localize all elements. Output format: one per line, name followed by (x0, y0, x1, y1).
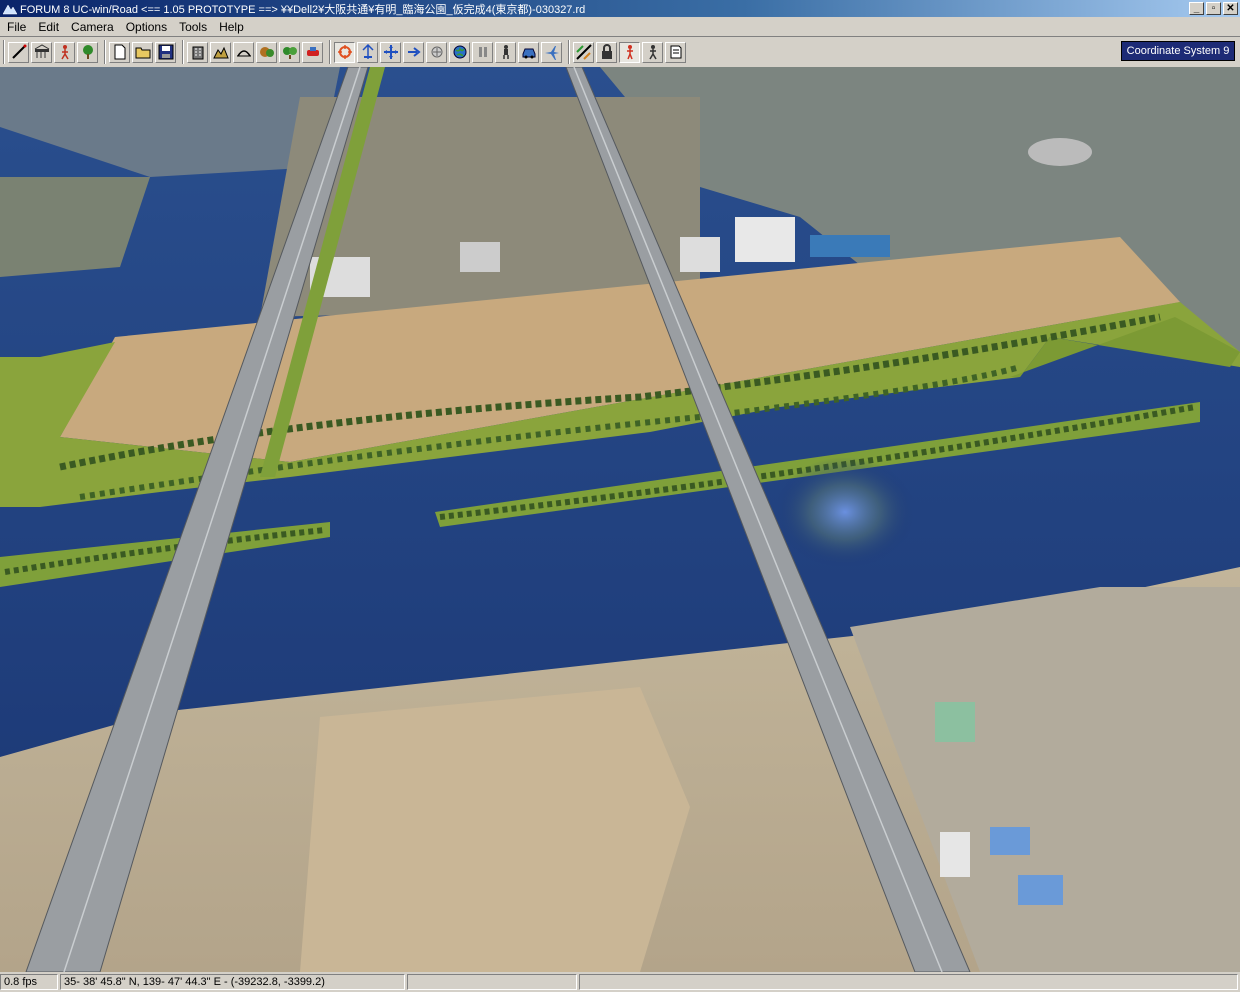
building (680, 237, 720, 272)
menu-file[interactable]: File (0, 20, 31, 34)
vehicle-model-icon (306, 47, 319, 56)
title-bar[interactable]: FORUM 8 UC-win/Road <== 1.05 PROTOTYPE =… (0, 0, 1240, 17)
building (1028, 138, 1092, 166)
toolbar-group-edit (4, 40, 101, 64)
globe-icon (453, 45, 466, 59)
document-icon (670, 45, 681, 59)
walk-button[interactable] (642, 41, 663, 63)
tunnel-icon (236, 50, 251, 57)
tree-button[interactable] (77, 41, 98, 63)
ruler-button[interactable] (573, 41, 594, 63)
restore-button[interactable]: ▫ (1206, 2, 1221, 15)
building-button[interactable] (187, 41, 208, 63)
menu-tools[interactable]: Tools (172, 20, 212, 34)
driver-button[interactable] (495, 41, 516, 63)
new-file-button[interactable] (109, 41, 130, 63)
terrain-button[interactable] (210, 41, 231, 63)
rotate-icon (337, 45, 352, 59)
pan-icon (361, 44, 374, 59)
bridge-icon (34, 44, 49, 58)
building (810, 235, 890, 257)
menu-bar: File Edit Camera Options Tools Help (0, 17, 1240, 37)
car-icon (522, 48, 535, 59)
bridge-button[interactable] (31, 41, 52, 63)
vegetation-button[interactable] (279, 41, 300, 63)
app-logo-icon (3, 4, 17, 14)
close-button[interactable]: ✕ (1223, 2, 1238, 15)
move-icon (383, 45, 398, 59)
tunnel-button[interactable] (233, 41, 254, 63)
open-folder-icon (135, 47, 150, 59)
building (940, 832, 970, 877)
save-icon (158, 44, 173, 60)
person-icon (60, 45, 69, 60)
terrain-icon (212, 46, 229, 59)
arrow-right-icon (407, 47, 421, 57)
menu-help[interactable]: Help (212, 20, 249, 34)
vegetation-icon (282, 47, 297, 59)
menu-options[interactable]: Options (119, 20, 172, 34)
airplane-button[interactable] (541, 41, 562, 63)
pan-button[interactable] (357, 41, 378, 63)
building (1018, 875, 1063, 905)
toolbar-group-objects (183, 40, 326, 64)
vehicle-model-button[interactable] (302, 41, 323, 63)
driver-icon (502, 45, 509, 59)
position-readout: 35- 38' 45.8" N, 139- 47' 44.3" E - (-39… (60, 974, 405, 990)
car-button[interactable] (518, 41, 539, 63)
scene-render (0, 67, 1240, 972)
toolbar (0, 37, 1240, 67)
menu-edit[interactable]: Edit (31, 20, 64, 34)
court (935, 702, 975, 742)
window-title: FORUM 8 UC-win/Road <== 1.05 PROTOTYPE =… (20, 3, 586, 16)
arrow-right-button[interactable] (403, 41, 424, 63)
tree-icon (82, 45, 93, 59)
water-glare (775, 457, 915, 567)
menu-camera[interactable]: Camera (64, 20, 119, 34)
building (460, 242, 500, 272)
walk-red-button[interactable] (619, 41, 640, 63)
fps-readout: 0.8 fps (0, 974, 58, 990)
person-button[interactable] (54, 41, 75, 63)
move-button[interactable] (380, 41, 401, 63)
status-panel-4 (579, 974, 1238, 990)
building-icon (192, 46, 203, 60)
road-edit-button[interactable] (8, 41, 29, 63)
building (990, 827, 1030, 855)
open-folder-button[interactable] (132, 41, 153, 63)
toolbar-group-file (105, 40, 179, 64)
lock-button[interactable] (596, 41, 617, 63)
lock-icon (601, 44, 612, 59)
zoom-button[interactable] (426, 41, 447, 63)
toolbar-group-tools (569, 40, 689, 64)
dirt-lot (300, 687, 690, 972)
walk-icon (648, 45, 657, 60)
pause-button[interactable] (472, 41, 493, 63)
globe-button[interactable] (449, 41, 470, 63)
toolbar-group-navigation (330, 40, 565, 64)
status-bar: 0.8 fps 35- 38' 45.8" N, 139- 47' 44.3" … (0, 974, 1240, 992)
landscape-icon (259, 47, 274, 57)
coordinate-system-button[interactable]: Coordinate System 9 (1121, 41, 1235, 61)
status-panel-3 (407, 974, 577, 990)
save-button[interactable] (155, 41, 176, 63)
ruler-icon (575, 44, 592, 60)
pause-icon (478, 47, 487, 57)
zoom-icon (431, 46, 442, 58)
minimize-button[interactable]: _ (1189, 2, 1204, 15)
3d-viewport[interactable] (0, 67, 1240, 972)
airplane-icon (544, 46, 559, 60)
building (735, 217, 795, 262)
rotate-button[interactable] (334, 41, 355, 63)
walk-red-icon (626, 45, 633, 60)
new-file-icon (114, 44, 125, 60)
document-button[interactable] (665, 41, 686, 63)
landscape-button[interactable] (256, 41, 277, 63)
road-edit-icon (11, 44, 26, 59)
